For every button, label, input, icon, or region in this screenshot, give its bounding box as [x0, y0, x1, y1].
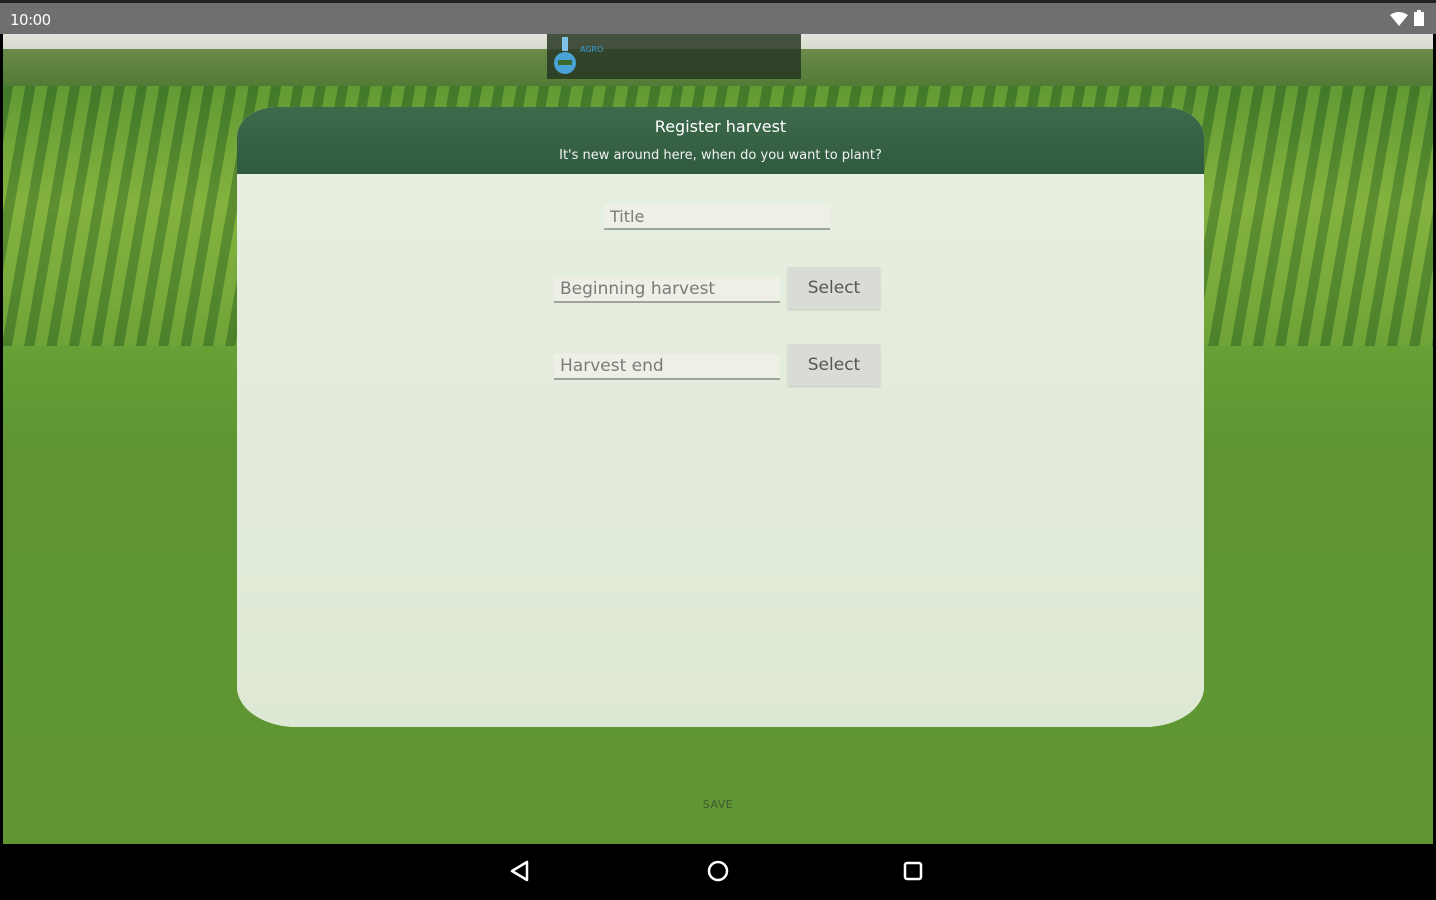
card-body: Select Select — [237, 174, 1204, 727]
home-icon[interactable] — [703, 856, 733, 886]
select-beginning-button[interactable]: Select — [788, 267, 880, 309]
harvest-end-input[interactable] — [554, 354, 780, 380]
beginning-harvest-input[interactable] — [554, 277, 780, 303]
status-bar: 10:00 — [0, 0, 1436, 34]
app-area: AGRO Register harvest It's new around he… — [3, 31, 1433, 844]
select-end-button[interactable]: Select — [788, 344, 880, 386]
card-subtitle: It's new around here, when do you want t… — [559, 148, 882, 163]
navigation-bar — [0, 844, 1436, 900]
card-header: Register harvest It's new around here, w… — [237, 107, 1204, 174]
wifi-icon — [1390, 11, 1408, 30]
app-screen: AGRO Register harvest It's new around he… — [0, 0, 1436, 900]
recents-icon[interactable] — [898, 856, 928, 886]
flask-icon — [553, 37, 577, 79]
logo-text: AGRO — [580, 45, 604, 54]
card-title: Register harvest — [654, 117, 787, 136]
logo-banner: AGRO — [547, 33, 801, 79]
register-harvest-card: Register harvest It's new around here, w… — [237, 107, 1204, 727]
status-time: 10:00 — [10, 11, 51, 29]
title-input[interactable] — [604, 204, 830, 230]
back-icon[interactable] — [505, 856, 535, 886]
status-icons — [1390, 10, 1424, 30]
save-button[interactable]: SAVE — [3, 798, 1433, 811]
battery-icon — [1414, 10, 1424, 30]
